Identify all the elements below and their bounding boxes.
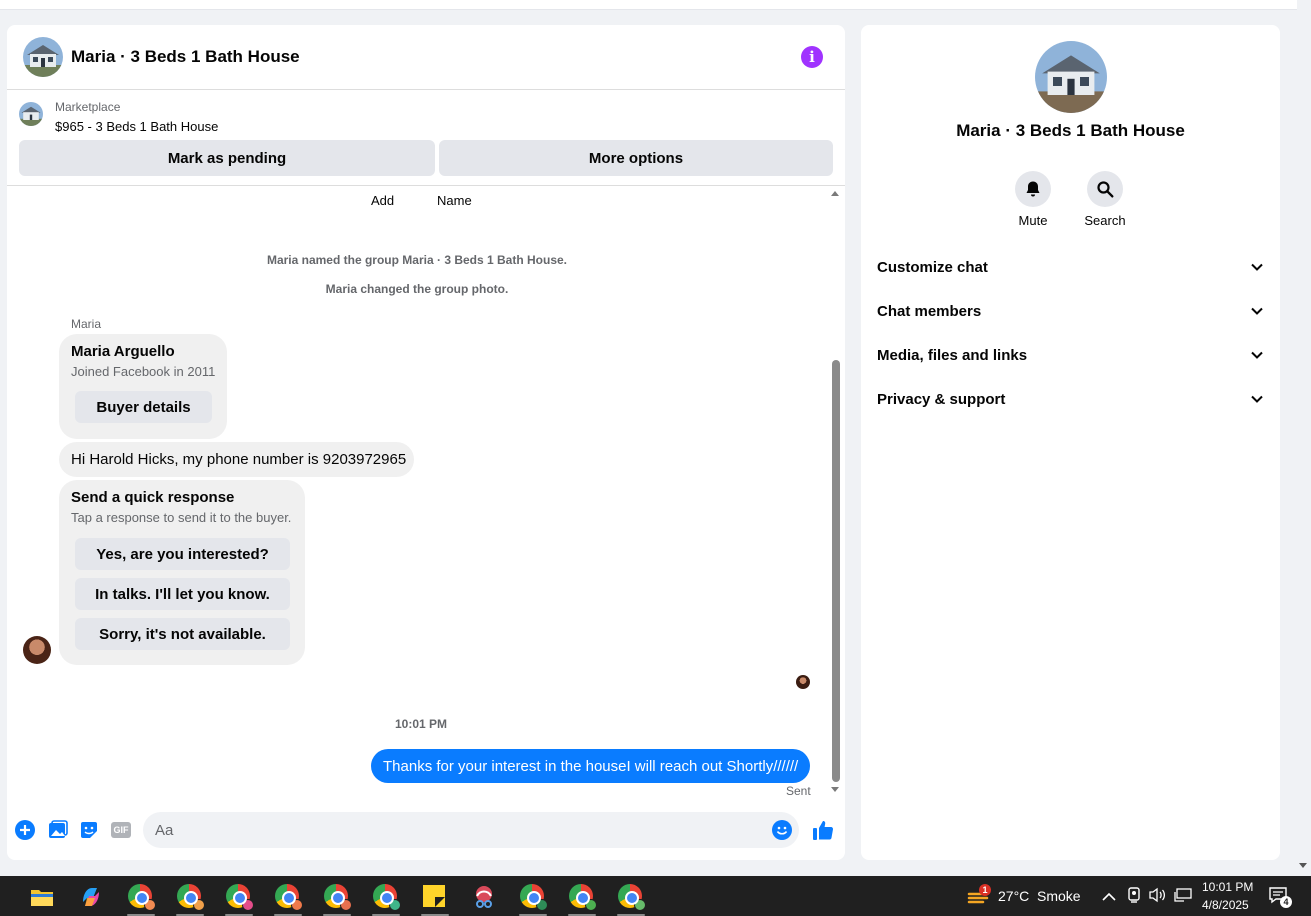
chat-panel: Maria · 3 Beds 1 Bath House i Marketplac… [7,25,845,860]
message-input[interactable] [143,812,799,848]
weather-desc[interactable]: Smoke [1037,888,1081,904]
outgoing-message: Thanks for your interest in the houseI w… [371,749,811,783]
sticker-icon[interactable] [79,820,99,840]
page-scroll-down-arrow[interactable] [1299,863,1307,868]
buyer-joined: Joined Facebook in 2011 [71,364,216,379]
read-receipt-avatar [796,675,810,689]
quick-response-title: Send a quick response [71,489,235,506]
plus-icon[interactable] [15,820,35,840]
copilot-icon[interactable] [78,884,104,910]
message-timestamp: 10:01 PM [395,717,448,731]
section-label: Privacy & support [877,390,1006,408]
emoji-icon[interactable] [772,820,792,840]
windows-taskbar: 1 27°C Smoke 10:01 PM 4/8/2025 4 [0,876,1311,916]
search-label: Search [1084,213,1126,228]
add-action-label[interactable]: Add [371,193,394,208]
chrome-profile-icon[interactable] [275,884,303,911]
weather-badge: 1 [979,884,991,896]
chevron-up-icon[interactable] [1102,889,1116,907]
section-media-files-links[interactable]: Media, files and links [877,337,1263,373]
message-composer: GIF [7,810,845,850]
chrome-profile-icon[interactable] [618,884,646,911]
quick-response-subtitle: Tap a response to send it to the buyer. [71,510,292,525]
chrome-profile-icon[interactable] [520,884,548,911]
chevron-down-icon [1251,395,1263,403]
thumbs-up-icon[interactable] [812,820,834,840]
system-message: Maria changed the group photo. [325,282,509,296]
section-label: Media, files and links [877,346,1028,364]
listing-thumbnail[interactable] [19,102,43,126]
info-icon[interactable]: i [801,46,823,68]
section-label: Chat members [877,302,982,320]
camera-icon[interactable] [1127,887,1141,908]
mute-label: Mute [1018,213,1048,228]
more-options-button[interactable]: More options [439,140,833,176]
scrollbar-thumb[interactable] [832,360,840,782]
network-icon[interactable] [1174,888,1192,907]
clock-date[interactable]: 4/8/2025 [1202,898,1249,912]
sender-avatar[interactable] [23,636,51,664]
quick-response-option[interactable]: In talks. I'll let you know. [75,578,290,610]
buyer-details-button[interactable]: Buyer details [75,391,212,423]
chrome-profile-icon[interactable] [177,884,205,911]
name-action-label[interactable]: Name [437,193,472,208]
scroll-up-arrow[interactable] [831,191,839,196]
sent-status: Sent [786,784,811,798]
quick-response-option[interactable]: Sorry, it's not available. [75,618,290,650]
group-photo[interactable] [1035,41,1107,113]
chrome-profile-icon[interactable] [324,884,352,911]
snipping-tool-icon[interactable] [471,884,497,910]
chrome-profile-icon[interactable] [226,884,254,911]
section-chat-members[interactable]: Chat members [877,293,1263,329]
chevron-down-icon [1251,307,1263,315]
chrome-profile-icon[interactable] [128,884,156,911]
chevron-down-icon [1251,351,1263,359]
sender-name: Maria [71,317,102,331]
phone-message: Hi Harold Hicks, my phone number is 9203… [59,442,414,477]
gif-label: GIF [111,822,131,838]
photo-icon[interactable] [48,820,68,840]
buyer-name: Maria Arguello [71,343,175,360]
chrome-profile-icon[interactable] [373,884,401,911]
gif-icon[interactable]: GIF [110,820,132,840]
weather-temp[interactable]: 27°C [998,888,1029,904]
section-customize-chat[interactable]: Customize chat [877,249,1263,285]
search-icon[interactable] [1087,171,1123,207]
search-button[interactable]: Search [1075,171,1135,228]
section-label: Customize chat [877,258,988,276]
section-privacy-support[interactable]: Privacy & support [877,381,1263,417]
mark-pending-button[interactable]: Mark as pending [19,140,435,176]
quick-response-card: Send a quick response Tap a response to … [59,480,305,665]
file-explorer-icon[interactable] [29,884,55,910]
chrome-profile-icon[interactable] [569,884,597,911]
volume-icon[interactable] [1149,887,1167,908]
browser-top-strip [0,0,1297,10]
notification-center-icon[interactable]: 4 [1268,886,1292,908]
buyer-card: Maria Arguello Joined Facebook in 2011 B… [59,334,227,439]
info-group-name: Maria · 3 Beds 1 Bath House [956,121,1185,140]
marketplace-label: Marketplace [55,100,121,114]
weather-icon[interactable]: 1 [967,884,991,908]
mute-button[interactable]: Mute [1003,171,1063,228]
chat-header: Maria · 3 Beds 1 Bath House i [7,25,845,90]
sticky-notes-icon[interactable] [422,884,448,910]
bell-icon[interactable] [1015,171,1051,207]
scroll-down-arrow[interactable] [831,787,839,792]
chevron-down-icon [1251,263,1263,271]
quick-response-option[interactable]: Yes, are you interested? [75,538,290,570]
system-message: Maria named the group Maria · 3 Beds 1 B… [266,253,568,267]
chat-info-panel: Maria · 3 Beds 1 Bath House Mute Search … [861,25,1280,860]
chat-title[interactable]: Maria · 3 Beds 1 Bath House [71,47,801,67]
listing-title[interactable]: $965 - 3 Beds 1 Bath House [55,119,218,134]
notification-count: 4 [1280,896,1292,908]
group-avatar[interactable] [23,37,63,77]
clock-time[interactable]: 10:01 PM [1202,880,1253,894]
marketplace-bar: Marketplace $965 - 3 Beds 1 Bath House M… [7,90,845,186]
